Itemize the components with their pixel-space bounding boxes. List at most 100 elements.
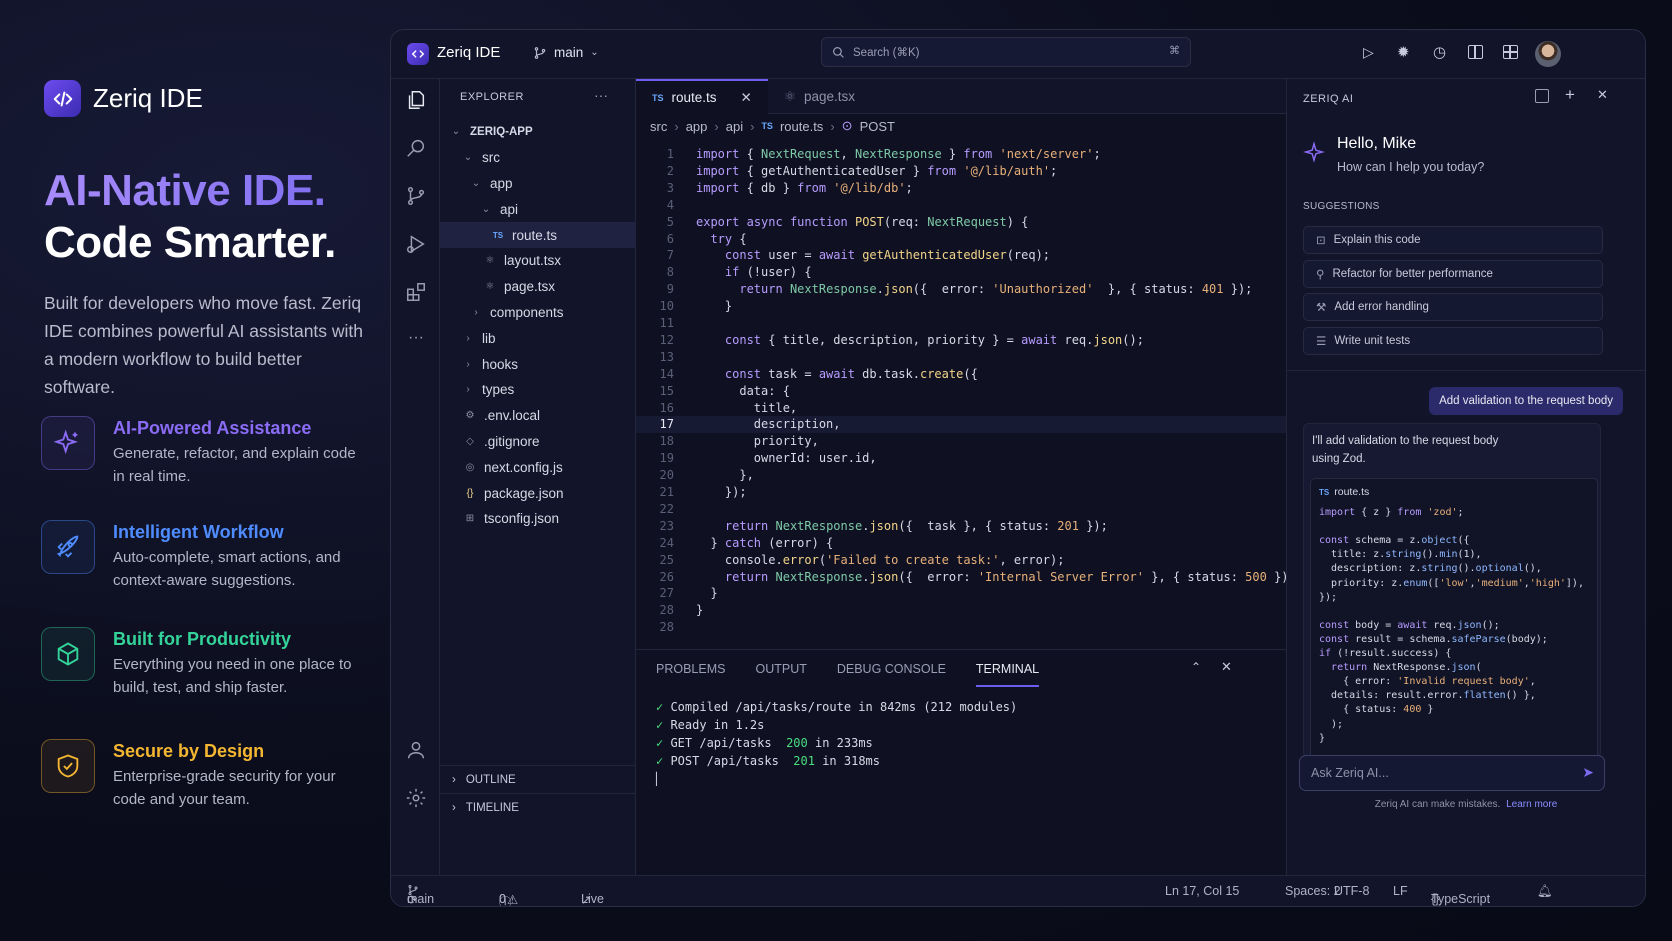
hero-description: Built for developers who move fast. Zeri…	[44, 293, 364, 397]
file-tree-label: .env.local	[484, 408, 541, 424]
tab-terminal[interactable]: TERMINAL	[975, 652, 1040, 687]
code-line: import { getAuthenticatedUser } from '@/…	[696, 163, 1058, 178]
timer-icon[interactable]: ◷	[1433, 43, 1446, 61]
grid-layout-icon[interactable]	[1503, 45, 1518, 59]
suggestion-item[interactable]: ⚒ Add error handling	[1303, 293, 1603, 321]
suggestion-item[interactable]: ⊡ Explain this code	[1303, 226, 1603, 254]
settings-gear-icon[interactable]	[403, 785, 429, 811]
divider	[1287, 370, 1645, 371]
snippet-line: description: z.string().optional(),	[1319, 563, 1542, 575]
snippet-line: const result = schema.safeParse(body);	[1319, 633, 1548, 645]
learn-more-link[interactable]: Learn more	[1506, 799, 1557, 810]
plus-icon[interactable]: +	[1565, 85, 1575, 105]
breadcrumb-item[interactable]: route.ts	[780, 119, 823, 134]
file-tree-item[interactable]: ⌄ app	[440, 171, 636, 197]
line-number: 4	[666, 197, 674, 212]
tab-route-ts[interactable]: TS route.ts ✕	[636, 79, 768, 114]
encoding[interactable]: UTF-8	[1334, 884, 1369, 898]
panel-close-icon[interactable]: ✕	[1221, 659, 1232, 675]
activity-bar: ···	[391, 79, 440, 875]
rocket-icon	[41, 520, 95, 574]
avatar[interactable]	[1535, 41, 1561, 67]
new-chat-icon[interactable]	[1535, 89, 1549, 103]
code-line: const user = await getAuthenticatedUser(…	[724, 248, 1051, 263]
app-logo-icon	[407, 43, 429, 65]
code-logo-icon	[44, 80, 81, 117]
check-icon: ✓	[656, 754, 664, 768]
indentation[interactable]: Spaces: 2	[1285, 884, 1341, 898]
suggestion-icon: ⚒	[1316, 302, 1327, 314]
file-tree-item[interactable]: ⚙ .env.local	[440, 403, 636, 429]
line-number: 20	[659, 468, 674, 483]
files-icon[interactable]	[403, 87, 429, 113]
tab-output[interactable]: OUTPUT	[755, 662, 806, 676]
line-number: 11	[659, 316, 674, 330]
tab-problems[interactable]: PROBLEMS	[656, 662, 725, 676]
status-branch[interactable]: main ⟳	[407, 884, 434, 906]
line-ending[interactable]: LF	[1393, 884, 1408, 898]
feature-description: Enterprise-grade security for your code …	[113, 768, 336, 808]
feature-title: Intelligent Workflow	[113, 522, 284, 542]
panel-maximize-icon[interactable]: ⌃	[1191, 660, 1201, 674]
branch-selector[interactable]: main ⌄	[533, 45, 599, 60]
debug-icon[interactable]: ✹	[1397, 43, 1410, 61]
line-number: 7	[666, 248, 674, 263]
project-root[interactable]: ⌄ ZERIQ-APP	[440, 119, 636, 145]
close-ai-icon[interactable]: ✕	[1597, 87, 1608, 103]
ai-reply-text: I'll add validation to the request body …	[1312, 435, 1499, 465]
file-tree-item[interactable]: › lib	[440, 325, 636, 351]
line-number: 9	[666, 282, 674, 297]
code-line: import { db } from '@/lib/db';	[696, 180, 913, 195]
account-icon[interactable]	[403, 737, 429, 763]
file-tree-item[interactable]: TS route.ts	[440, 222, 636, 248]
code-line: return NextResponse.json({ task }, { sta…	[724, 518, 1108, 533]
run-debug-icon[interactable]	[403, 231, 429, 257]
timeline-section[interactable]: › TIMELINE	[440, 793, 635, 821]
terminal-cursor[interactable]: ▏	[656, 772, 663, 786]
source-control-icon[interactable]	[403, 183, 429, 209]
file-tree-item[interactable]: ◎ next.config.js	[440, 454, 636, 480]
check-icon: ✓	[656, 736, 664, 750]
breadcrumb: src › app › api › TS route.ts › ⊙ POST	[650, 118, 895, 134]
file-tree-item[interactable]: › types	[440, 377, 636, 403]
file-tree-item[interactable]: ◇ .gitignore	[440, 429, 636, 455]
check-icon: ✓	[656, 700, 664, 714]
search-sidebar-icon[interactable]	[403, 135, 429, 161]
file-tree-item[interactable]: › hooks	[440, 351, 636, 377]
suggestion-item[interactable]: ⚲ Refactor for better performance	[1303, 259, 1603, 288]
file-tree-item[interactable]: › components	[440, 300, 636, 326]
tab-page-tsx[interactable]: ⚛ page.tsx	[768, 79, 871, 114]
breadcrumb-item[interactable]: app	[686, 119, 708, 134]
cursor-position[interactable]: Ln 17, Col 15	[1165, 884, 1239, 898]
feature-item: Secure by Design Enterprise-grade securit…	[41, 739, 371, 811]
run-icon[interactable]: ▷	[1363, 44, 1374, 61]
ai-subtitle: How can I help you today?	[1337, 160, 1485, 174]
ai-input[interactable]: Ask Zeriq AI... ➤	[1299, 755, 1605, 791]
close-icon[interactable]: ✕	[741, 90, 752, 106]
outline-section[interactable]: › OUTLINE	[440, 765, 635, 793]
file-tree-item[interactable]: ⊞ tsconfig.json	[440, 506, 636, 532]
feature-item: AI-Powered Assistance Generate, refactor,…	[41, 416, 371, 488]
notifications-bell-icon[interactable]: 🔔︎	[1537, 884, 1553, 899]
file-tree-item[interactable]: ⚛ page.tsx	[440, 274, 636, 300]
search-input[interactable]: Search (⌘K) ⌘	[821, 37, 1191, 67]
explorer-more-icon[interactable]: ···	[594, 87, 608, 103]
breadcrumb-item[interactable]: src	[650, 119, 667, 134]
file-tree-item[interactable]: {} package.json	[440, 480, 636, 506]
file-tree-item[interactable]: ⌄ api	[440, 196, 636, 222]
code-area[interactable]: 1 import { NextRequest, NextResponse } fr…	[636, 143, 1296, 669]
extensions-icon[interactable]	[403, 279, 429, 305]
more-icon[interactable]: ···	[403, 325, 429, 351]
split-layout-icon[interactable]	[1468, 45, 1483, 59]
suggestion-icon: ⚲	[1316, 268, 1325, 281]
breadcrumb-item[interactable]: api	[726, 119, 743, 134]
send-icon[interactable]: ➤	[1582, 764, 1594, 781]
file-tree-item[interactable]: ⚛ layout.tsx	[440, 248, 636, 274]
snippet-line: );	[1319, 718, 1344, 730]
code-line: }	[696, 586, 718, 601]
tab-debug-console[interactable]: DEBUG CONSOLE	[837, 662, 946, 676]
suggestion-item[interactable]: ☰ Write unit tests	[1303, 326, 1603, 355]
file-tree-item[interactable]: ⌄ src	[440, 145, 636, 171]
line-number: 18	[659, 434, 674, 449]
breadcrumb-item[interactable]: POST	[860, 119, 895, 134]
